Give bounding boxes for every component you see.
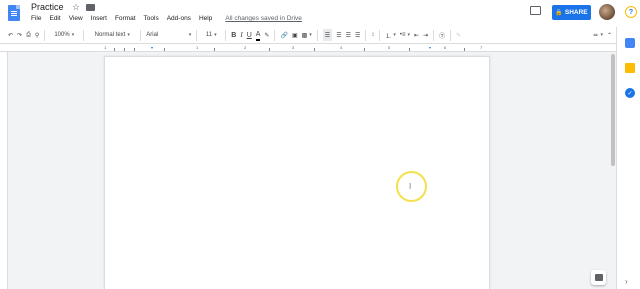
side-panel: ✓ ›	[616, 27, 640, 289]
bulleted-list-icon[interactable]: •≡	[400, 29, 410, 41]
comment-icon[interactable]	[530, 6, 541, 15]
share-label: SHARE	[564, 9, 588, 16]
add-comment-icon[interactable]: ▣	[292, 29, 298, 41]
vertical-ruler[interactable]	[0, 52, 8, 289]
menu-format[interactable]: Format	[115, 15, 136, 22]
right-indent-marker-icon[interactable]: ▾	[429, 45, 431, 50]
explore-button[interactable]	[591, 270, 606, 285]
menu-view[interactable]: View	[69, 15, 83, 22]
redo-icon[interactable]: ↷	[17, 29, 22, 41]
menu-edit[interactable]: Edit	[49, 15, 60, 22]
text-color-button[interactable]: A	[255, 29, 261, 41]
font-select[interactable]: Arial	[146, 29, 191, 41]
document-page[interactable]	[104, 56, 490, 289]
decrease-indent-icon[interactable]: ⇤	[414, 29, 419, 41]
align-left-icon[interactable]: ☰	[322, 29, 333, 41]
ruler-number: 4	[340, 45, 343, 50]
toolbar-divider	[316, 29, 318, 41]
side-panel-toggle-icon[interactable]: ›	[625, 277, 628, 286]
toolbar: ↶ ↷ ⎙ ⚲ 100% Normal text Arial 11 B I U …	[0, 27, 616, 44]
docs-logo-icon[interactable]	[8, 5, 20, 21]
toolbar-divider	[44, 29, 46, 41]
menu-file[interactable]: File	[31, 15, 41, 22]
ruler-track: 1 ▾ 1 2 3 4 5 ▾ 6 7	[104, 45, 490, 51]
help-icon[interactable]: ?	[625, 6, 637, 18]
ruler-number: 6	[444, 45, 447, 50]
bold-button[interactable]: B	[231, 29, 236, 41]
ruler-number: 2	[244, 45, 247, 50]
indent-marker-icon[interactable]: ▾	[151, 45, 153, 50]
increase-indent-icon[interactable]: ⇥	[423, 29, 428, 41]
folder-icon[interactable]	[86, 4, 95, 11]
menu-insert[interactable]: Insert	[91, 15, 107, 22]
align-center-icon[interactable]: ☰	[336, 29, 341, 41]
menu-tools[interactable]: Tools	[144, 15, 159, 22]
numbered-list-icon[interactable]: ⒈	[385, 29, 396, 41]
explore-icon	[594, 274, 603, 281]
ruler-number: 5	[388, 45, 391, 50]
toolbar-divider	[274, 29, 276, 41]
toolbar-divider	[379, 29, 381, 41]
google-docs-window: Practice ☆ File Edit View Insert Format …	[0, 0, 640, 289]
toolbar-divider	[365, 29, 367, 41]
zoom-select[interactable]: 100%	[50, 29, 78, 41]
justify-icon[interactable]: ☰	[355, 29, 360, 41]
align-right-icon[interactable]: ☰	[346, 29, 351, 41]
print-icon[interactable]: ⎙	[26, 29, 31, 41]
editing-mode-icon[interactable]: ✏	[593, 29, 603, 41]
menu-help[interactable]: Help	[199, 15, 212, 22]
document-title[interactable]: Practice	[31, 2, 64, 12]
star-icon[interactable]: ☆	[72, 2, 80, 13]
clear-formatting-icon[interactable]: Ⓣ	[439, 29, 445, 41]
horizontal-ruler[interactable]: 1 ▾ 1 2 3 4 5 ▾ 6 7	[0, 44, 616, 52]
paint-format-icon[interactable]: ⚲	[35, 29, 39, 41]
cursor-highlight	[396, 171, 427, 202]
ruler-number: 3	[292, 45, 295, 50]
line-spacing-icon[interactable]: ↕	[371, 29, 374, 41]
header: Practice ☆ File Edit View Insert Format …	[0, 0, 640, 27]
save-status[interactable]: All changes saved in Drive	[225, 15, 302, 22]
collapse-toolbar-icon[interactable]: ⌃	[607, 29, 612, 41]
toolbar-divider	[225, 29, 227, 41]
toolbar-divider	[83, 29, 85, 41]
underline-button[interactable]: U	[247, 29, 252, 41]
link-icon[interactable]: 🔗	[280, 29, 287, 41]
avatar[interactable]	[599, 4, 615, 20]
toolbar-divider	[450, 29, 452, 41]
insert-image-icon[interactable]: ▩	[302, 29, 312, 41]
more-icon[interactable]: ✎	[456, 29, 461, 41]
keep-icon[interactable]	[625, 63, 635, 73]
menu-bar: File Edit View Insert Format Tools Add-o…	[31, 15, 302, 22]
highlight-icon[interactable]: ✎	[264, 29, 269, 41]
menu-addons[interactable]: Add-ons	[167, 15, 191, 22]
toolbar-divider	[140, 29, 142, 41]
ruler-number: 7	[480, 45, 483, 50]
toolbar-divider	[196, 29, 198, 41]
undo-icon[interactable]: ↶	[8, 29, 13, 41]
ruler-number: 1	[104, 45, 107, 50]
italic-button[interactable]: I	[240, 29, 242, 41]
style-select[interactable]: Normal text	[89, 29, 135, 41]
text-cursor-icon: I	[409, 182, 412, 191]
font-size-select[interactable]: 11	[202, 29, 220, 41]
share-button[interactable]: 🔒 SHARE	[552, 5, 591, 20]
scrollbar-thumb[interactable]	[611, 54, 615, 166]
lock-icon: 🔒	[555, 10, 563, 16]
calendar-icon[interactable]	[625, 38, 635, 48]
toolbar-divider	[433, 29, 435, 41]
tasks-icon[interactable]: ✓	[625, 88, 635, 98]
ruler-number: 1	[196, 45, 199, 50]
